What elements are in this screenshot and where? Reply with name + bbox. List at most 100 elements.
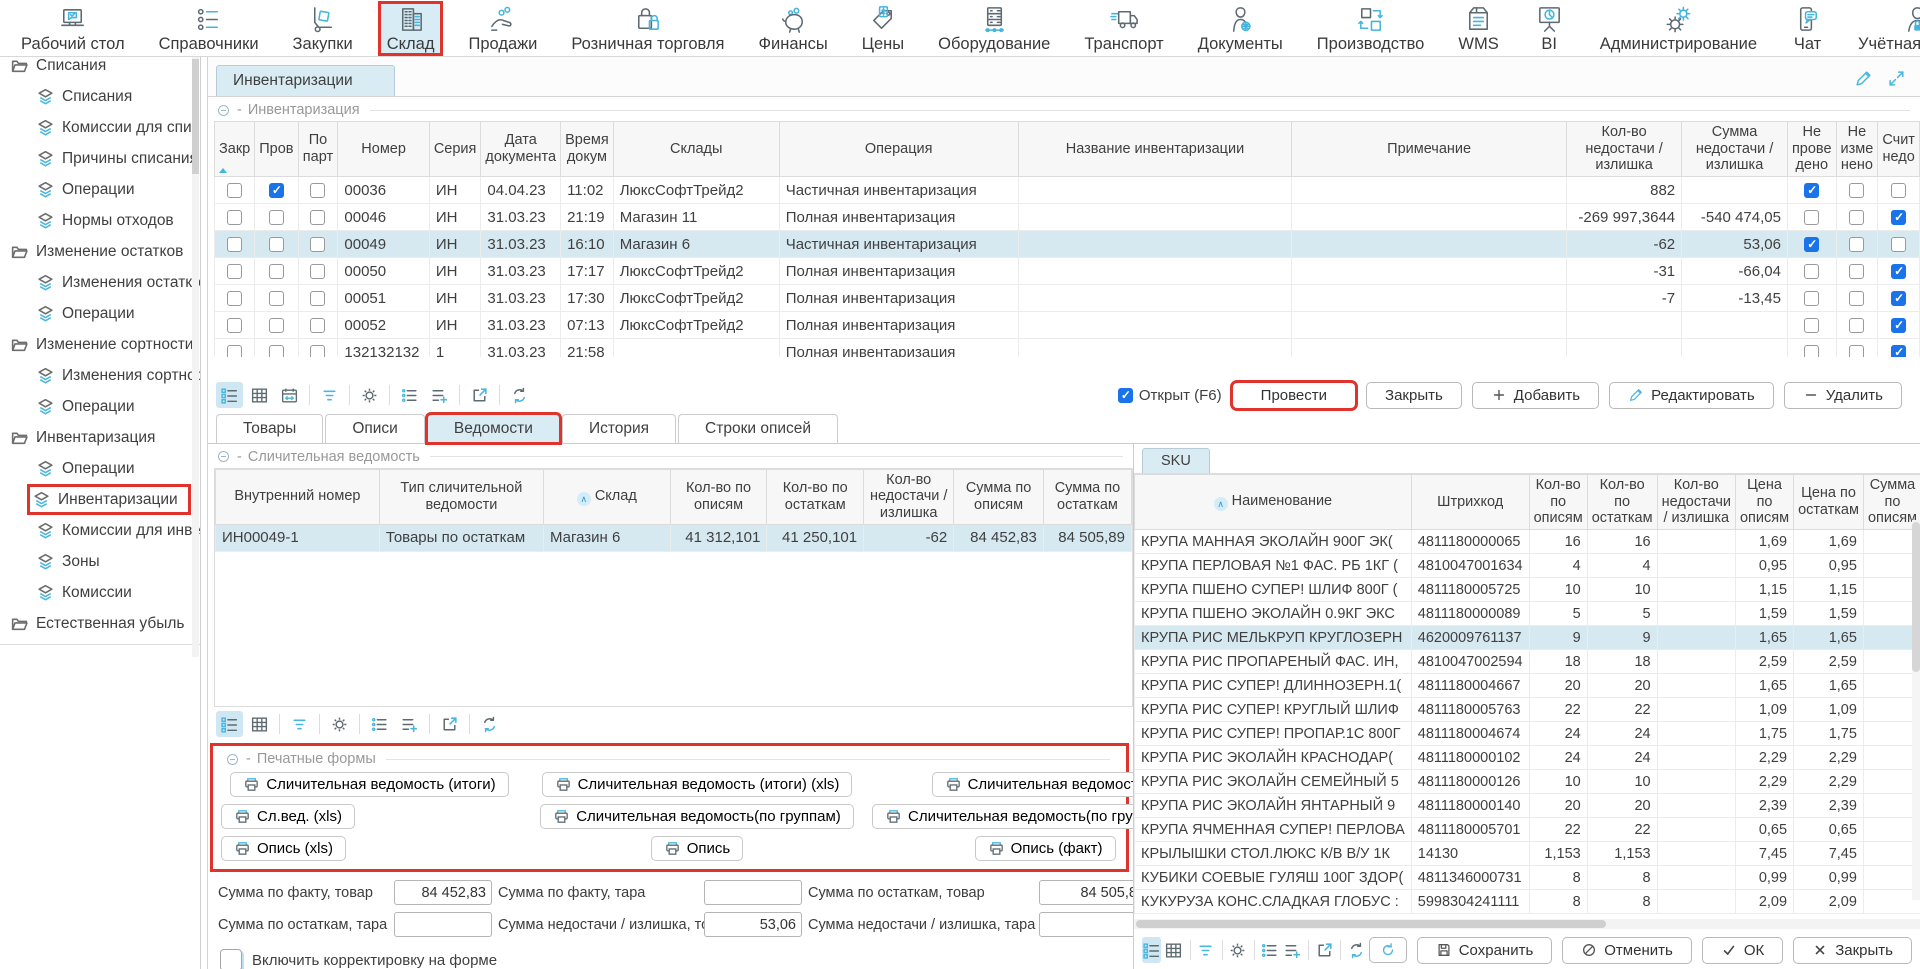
table-grid-button[interactable]: [246, 382, 273, 408]
add-to-list-button[interactable]: [426, 382, 453, 408]
sku-horizontal-scrollbar[interactable]: [1134, 919, 1920, 929]
row-checkbox[interactable]: [1804, 291, 1819, 306]
column-header[interactable]: По парт: [298, 122, 338, 177]
row-checkbox[interactable]: [1891, 210, 1906, 225]
list-view-button[interactable]: [1142, 937, 1161, 963]
print-sheet-totals-button[interactable]: Сличительная ведомость (итоги): [230, 772, 508, 797]
tab-opisi[interactable]: Описи: [325, 414, 425, 443]
row-checkbox[interactable]: [227, 345, 242, 357]
tab-inventarizacii[interactable]: Инвентаризации: [216, 65, 395, 96]
sidebar-folder-inventarizaciya[interactable]: Инвентаризация: [0, 422, 200, 453]
table-row[interactable]: КУБИКИ СОЕВЫЕ ГУЛЯШ 100Г ЗДОР(4811346000…: [1135, 866, 1920, 890]
table-row[interactable]: КРУПА РИС ЭКОЛАЙН ЯНТАРНЫЙ 9481118000014…: [1135, 794, 1920, 818]
numbered-list-button[interactable]: [1260, 937, 1279, 963]
nav-item-catalogs[interactable]: Справочники: [152, 3, 266, 54]
table-grid-button[interactable]: [1164, 937, 1183, 963]
collapse-icon[interactable]: [225, 752, 240, 767]
table-row[interactable]: 00051ИН31.03.2317:30ЛюксСофтТрейд2Полная…: [215, 285, 1920, 312]
sidebar-item-izmeneniya-sortnosti[interactable]: Изменения сортности: [0, 360, 200, 391]
print-sheet-totals-xls-button[interactable]: Сличительная ведомость (итоги) (xls): [542, 772, 853, 797]
row-checkbox[interactable]: [1849, 210, 1864, 225]
row-checkbox[interactable]: [269, 264, 284, 279]
row-checkbox[interactable]: [1849, 264, 1864, 279]
row-checkbox[interactable]: [227, 183, 242, 198]
column-header[interactable]: Не изме нено: [1836, 122, 1878, 177]
sidebar-folder-estestvennaya-ubyl[interactable]: Естественная убыль: [0, 608, 200, 639]
print-sheet-groups-button[interactable]: Сличительная ведомость(по группам): [540, 804, 854, 829]
column-header[interactable]: Серия: [429, 122, 481, 177]
column-header[interactable]: Время докум: [561, 122, 614, 177]
nav-item-desktop[interactable]: Рабочий стол: [14, 3, 132, 54]
column-header[interactable]: Операция: [779, 122, 1018, 177]
table-row[interactable]: КРЫЛЫШКИ СТОЛ.ЛЮКС К/В В/У 1К141301,1531…: [1135, 842, 1920, 866]
row-checkbox[interactable]: [1804, 264, 1819, 279]
print-opis-xls-button[interactable]: Опись (xls): [221, 836, 346, 861]
sidebar-item-operacii-1[interactable]: Операции: [0, 174, 200, 205]
row-checkbox[interactable]: [227, 237, 242, 252]
row-checkbox[interactable]: [310, 237, 325, 252]
nav-item-production[interactable]: Производство: [1310, 3, 1432, 54]
settings-button[interactable]: [356, 382, 383, 408]
nav-item-admin[interactable]: Администрирование: [1593, 3, 1764, 54]
filter-button[interactable]: [286, 711, 313, 737]
column-header[interactable]: Дата документа: [481, 122, 561, 177]
column-header[interactable]: Не прове дено: [1787, 122, 1836, 177]
close-form-button[interactable]: Закрыть: [1793, 937, 1912, 964]
table-row[interactable]: КРУПА РИС СУПЕР! ПРОПАР.1С 800Г481118000…: [1135, 722, 1920, 746]
table-row[interactable]: КРУПА РИС СУПЕР! КРУГЛЫЙ ШЛИФ48111800057…: [1135, 698, 1920, 722]
column-header[interactable]: Пров: [255, 122, 298, 177]
column-header[interactable]: Кол-во по описям: [1529, 475, 1587, 530]
table-row[interactable]: 132132132131.03.2321:58Полная инвентариз…: [215, 339, 1920, 357]
table-row[interactable]: КРУПА МАННАЯ ЭКОЛАЙН 900Г ЭК(48111800000…: [1135, 530, 1920, 554]
sidebar-folder-spisaniya[interactable]: Списания: [0, 57, 200, 81]
row-checkbox[interactable]: [1804, 318, 1819, 333]
table-row[interactable]: КРУПА РИС СУПЕР! ДЛИННОЗЕРН.1(4811180004…: [1135, 674, 1920, 698]
column-header[interactable]: Сумма недостачи / излишка: [1682, 122, 1788, 177]
column-header[interactable]: Склады: [613, 122, 779, 177]
sidebar-item-operacii-4[interactable]: Операции: [0, 453, 200, 484]
sidebar-item-normy-othodov[interactable]: Нормы отходов: [0, 205, 200, 236]
nav-item-warehouse[interactable]: Склад: [380, 3, 442, 54]
filter-button[interactable]: [316, 382, 343, 408]
save-button[interactable]: Сохранить: [1417, 937, 1553, 964]
tab-istoriya[interactable]: История: [562, 414, 676, 443]
nav-item-purchases[interactable]: Закупки: [286, 3, 360, 54]
column-header[interactable]: Сумма по описям: [954, 469, 1044, 524]
edit-button[interactable]: Редактировать: [1609, 382, 1774, 409]
column-header[interactable]: Кол-во по описям: [670, 469, 767, 524]
column-header[interactable]: Внутренний номер: [216, 469, 380, 524]
tab-vedomosti[interactable]: Ведомости: [427, 414, 560, 443]
table-row[interactable]: КРУПА ЯЧМЕННАЯ СУПЕР! ПЕРЛОВА48111800057…: [1135, 818, 1920, 842]
total-stock-tare-input[interactable]: [394, 912, 492, 937]
sidebar-folder-izmenenie-sortnosti[interactable]: Изменение сортности: [0, 329, 200, 360]
row-checkbox[interactable]: [269, 183, 284, 198]
row-checkbox[interactable]: [269, 318, 284, 333]
tab-stroki-opisej[interactable]: Строки описей: [678, 414, 838, 443]
sidebar-scrollbar[interactable]: [192, 57, 199, 657]
nav-item-bi[interactable]: BI: [1526, 3, 1573, 54]
list-view-button[interactable]: [216, 382, 243, 408]
repeat-button[interactable]: [1346, 937, 1365, 963]
column-header[interactable]: Название инвентаризации: [1018, 122, 1292, 177]
table-grid-button[interactable]: [246, 711, 273, 737]
row-checkbox[interactable]: [227, 264, 242, 279]
row-checkbox[interactable]: [310, 210, 325, 225]
print-opis-button[interactable]: Опись: [651, 836, 743, 861]
column-header[interactable]: Цена по остаткам: [1794, 475, 1864, 530]
sidebar-item-operacii-2[interactable]: Операции: [0, 298, 200, 329]
delete-button[interactable]: Удалить: [1784, 382, 1902, 409]
column-header[interactable]: Номер: [338, 122, 429, 177]
tab-sku[interactable]: SKU: [1142, 448, 1210, 473]
row-checkbox[interactable]: [1804, 345, 1819, 357]
scrollbar-thumb[interactable]: [192, 59, 199, 174]
nav-item-account[interactable]: Учётная запись: [1851, 3, 1920, 54]
total-shortage-goods-input[interactable]: [704, 912, 802, 937]
row-checkbox[interactable]: [1891, 237, 1906, 252]
row-checkbox[interactable]: [310, 264, 325, 279]
numbered-list-button[interactable]: [366, 711, 393, 737]
row-checkbox[interactable]: [1891, 291, 1906, 306]
sidebar-item-komissii-inventarizacii[interactable]: Комиссии для инвентаризации: [0, 515, 200, 546]
column-header[interactable]: Кол-во по остаткам: [1587, 475, 1657, 530]
filter-button[interactable]: [1196, 937, 1215, 963]
repeat-button[interactable]: [506, 382, 533, 408]
